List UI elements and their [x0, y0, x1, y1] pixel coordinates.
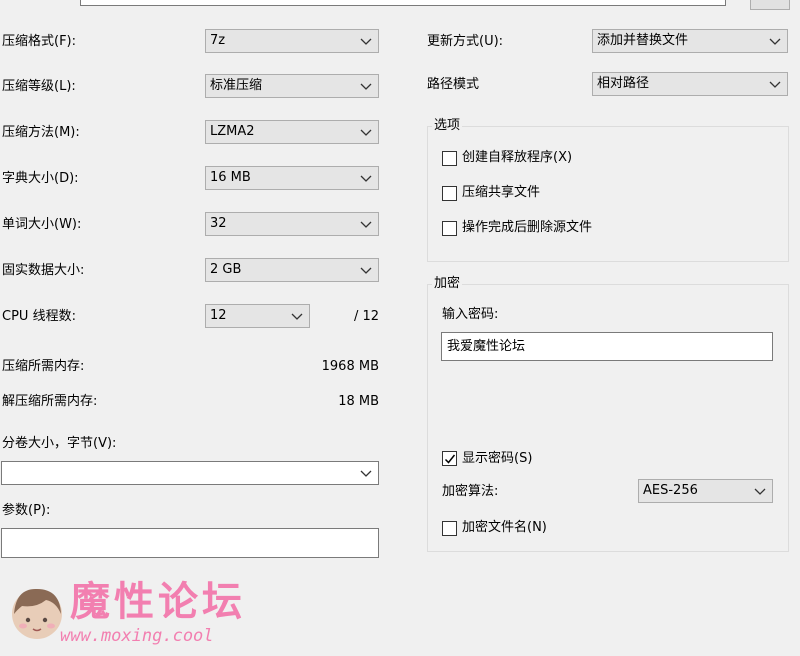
chevron-down-icon [360, 38, 372, 45]
password-input[interactable]: 我爱魔性论坛 [441, 332, 773, 361]
word-size-select[interactable]: 32 [205, 212, 379, 236]
dictionary-label: 字典大小(D): [2, 171, 79, 186]
chevron-down-icon [360, 470, 372, 477]
chevron-down-icon [769, 81, 781, 88]
chevron-down-icon [754, 488, 766, 495]
browse-button[interactable] [750, 0, 790, 10]
sfx-label[interactable]: 创建自释放程序(X) [462, 150, 572, 166]
memory-compress-value: 1968 MB [321, 359, 379, 374]
chevron-down-icon [360, 267, 372, 274]
chevron-down-icon [769, 38, 781, 45]
memory-compress-label: 压缩所需内存: [2, 359, 85, 374]
chevron-down-icon [360, 129, 372, 136]
update-mode-label: 更新方式(U): [427, 34, 504, 49]
method-select[interactable]: LZMA2 [205, 120, 379, 144]
show-password-label[interactable]: 显示密码(S) [462, 451, 532, 467]
encryption-method-label: 加密算法: [442, 484, 499, 499]
options-group-title: 选项 [432, 118, 463, 134]
watermark-title: 魔性论坛 [70, 578, 246, 625]
memory-decompress-label: 解压缩所需内存: [2, 394, 98, 409]
level-label: 压缩等级(L): [2, 79, 76, 94]
delete-after-checkbox[interactable] [442, 221, 457, 236]
shared-files-checkbox[interactable] [442, 186, 457, 201]
shared-files-label[interactable]: 压缩共享文件 [462, 185, 540, 201]
solid-block-select[interactable]: 2 GB [205, 258, 379, 282]
memory-decompress-value: 18 MB [338, 394, 379, 409]
encrypt-filenames-label[interactable]: 加密文件名(N) [462, 520, 547, 536]
update-mode-select[interactable]: 添加并替换文件 [592, 29, 788, 53]
format-select[interactable]: 7z [205, 29, 379, 53]
password-label: 输入密码: [442, 307, 499, 322]
encryption-method-select[interactable]: AES-256 [638, 479, 773, 503]
show-password-checkbox[interactable] [442, 451, 457, 466]
delete-after-label[interactable]: 操作完成后删除源文件 [462, 220, 592, 236]
watermark: 魔性论坛 www.moxing.cool [6, 580, 256, 650]
path-mode-select[interactable]: 相对路径 [592, 72, 788, 96]
method-label: 压缩方法(M): [2, 125, 80, 140]
solid-block-label: 固实数据大小: [2, 263, 85, 278]
parameters-input[interactable] [1, 528, 379, 558]
checkmark-icon [444, 454, 456, 464]
format-label: 压缩格式(F): [2, 34, 77, 49]
mascot-avatar-icon [12, 588, 62, 639]
parameters-label: 参数(P): [2, 503, 51, 518]
encrypt-filenames-checkbox[interactable] [442, 521, 457, 536]
chevron-down-icon [291, 313, 303, 320]
dictionary-select[interactable]: 16 MB [205, 166, 379, 190]
volume-size-label: 分卷大小，字节(V): [2, 436, 117, 451]
chevron-down-icon [360, 175, 372, 182]
cpu-threads-label: CPU 线程数: [2, 309, 76, 324]
archive-path-input[interactable] [80, 0, 726, 6]
cpu-threads-select[interactable]: 12 [205, 304, 310, 328]
chevron-down-icon [360, 83, 372, 90]
volume-size-combobox[interactable] [1, 461, 379, 485]
level-select[interactable]: 标准压缩 [205, 74, 379, 98]
cpu-threads-total: / 12 [353, 309, 379, 324]
path-mode-label: 路径模式 [427, 77, 480, 92]
watermark-url: www.moxing.cool [60, 626, 214, 646]
encryption-group-title: 加密 [432, 276, 463, 292]
encryption-group [427, 284, 789, 552]
chevron-down-icon [360, 221, 372, 228]
word-size-label: 单词大小(W): [2, 217, 82, 232]
sfx-checkbox[interactable] [442, 151, 457, 166]
